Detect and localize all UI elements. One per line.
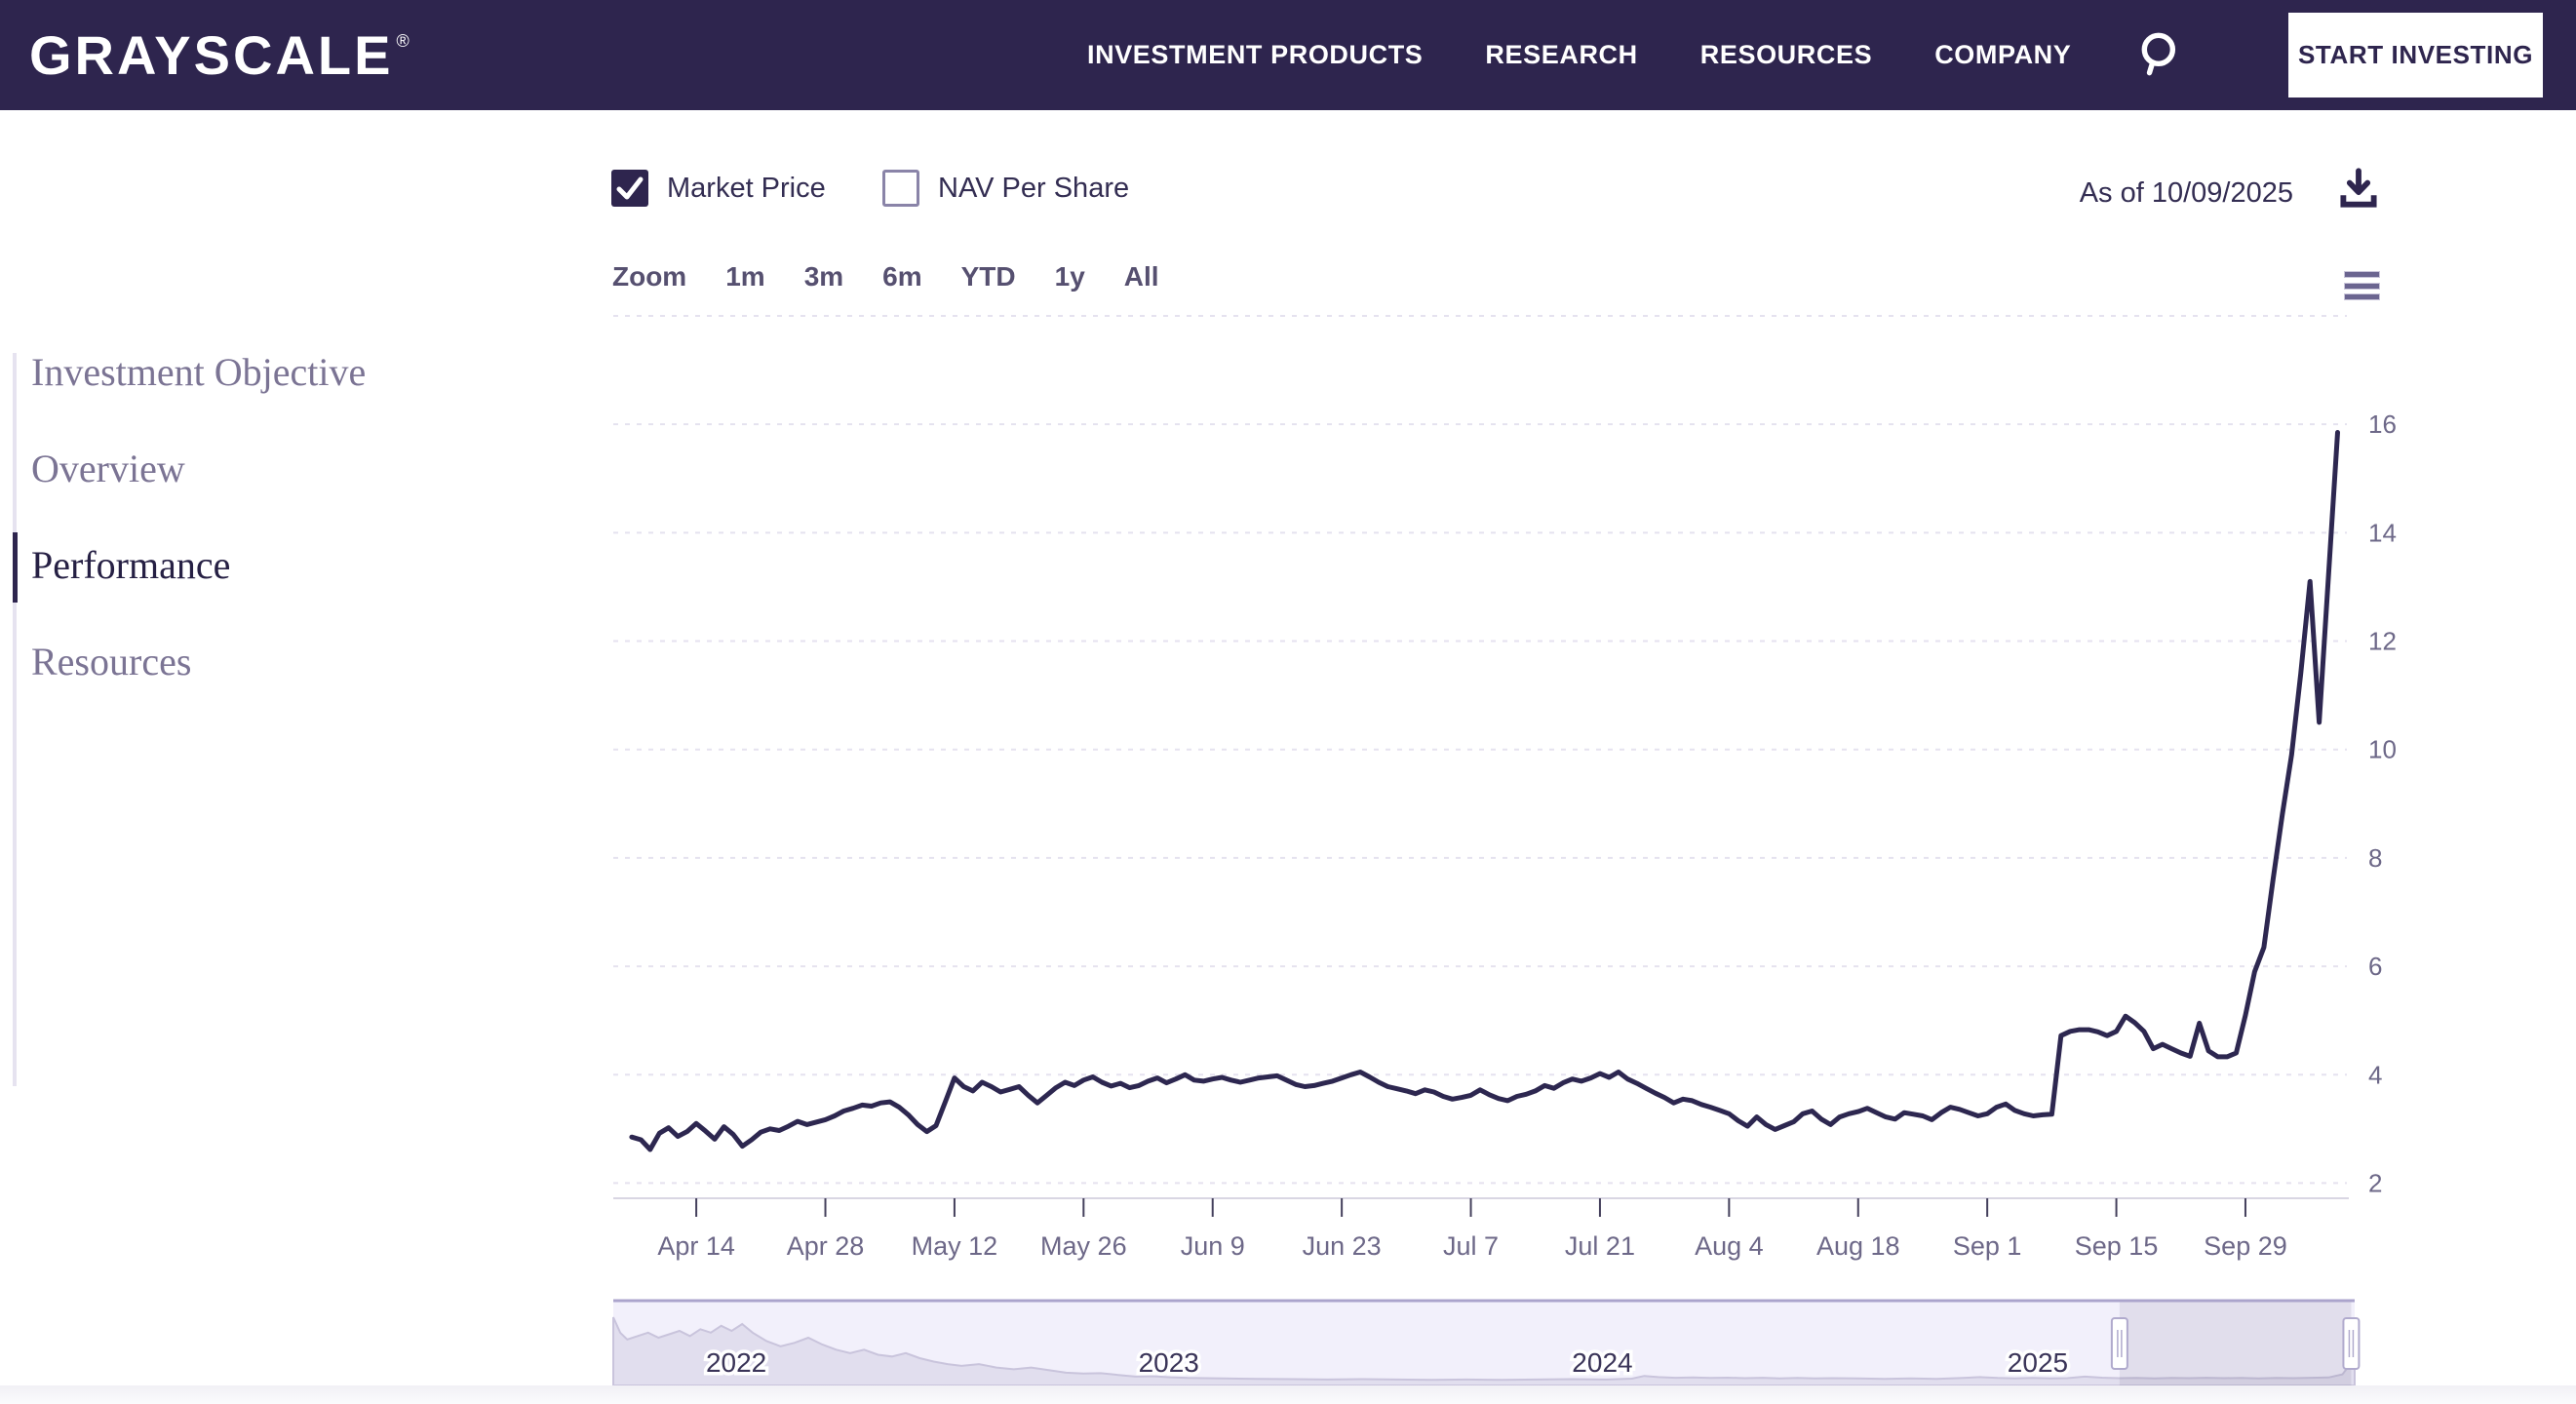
x-axis-label: Aug 18 xyxy=(1816,1231,1900,1261)
y-axis-label: 2 xyxy=(2368,1168,2382,1197)
y-axis-label: 8 xyxy=(2368,843,2382,873)
x-axis-label: Sep 29 xyxy=(2204,1231,2287,1261)
x-axis-label: Jun 9 xyxy=(1181,1231,1245,1261)
price-line xyxy=(632,433,2338,1150)
navigator-year-label: 2025 xyxy=(2008,1347,2068,1378)
y-axis-label: 4 xyxy=(2368,1060,2382,1089)
navigator-selection xyxy=(2120,1301,2352,1385)
x-axis-label: Sep 15 xyxy=(2075,1231,2159,1261)
navigator-year-label: 2023 xyxy=(1139,1347,1199,1378)
x-axis-label: May 26 xyxy=(1040,1231,1127,1261)
y-axis-label: 12 xyxy=(2368,627,2397,656)
y-axis-label: 10 xyxy=(2368,735,2397,764)
y-axis-label: 16 xyxy=(2368,410,2397,439)
x-axis-label: Sep 1 xyxy=(1953,1231,2022,1261)
navigator-right-handle[interactable] xyxy=(2343,1318,2359,1369)
navigator-left-handle[interactable] xyxy=(2112,1318,2127,1369)
x-axis-label: Apr 14 xyxy=(657,1231,735,1261)
navigator-year-label: 2024 xyxy=(1572,1347,1632,1378)
x-axis-label: Apr 28 xyxy=(787,1231,865,1261)
page-bottom-strip xyxy=(0,1385,2576,1404)
x-axis-label: Jun 23 xyxy=(1303,1231,1382,1261)
performance-chart: 2 4 6 8 10 12 14 16 Apr 14 Apr 28 May 12 May 26 Jun … xyxy=(0,0,2576,1404)
x-axis-label: Jul 21 xyxy=(1565,1231,1635,1261)
y-axis-label: 6 xyxy=(2368,952,2382,981)
navigator-year-label: 2022 xyxy=(706,1347,766,1378)
y-axis-label: 14 xyxy=(2368,518,2397,547)
x-axis-label: Aug 4 xyxy=(1695,1231,1764,1261)
x-axis-label: Jul 7 xyxy=(1443,1231,1499,1261)
x-axis-label: May 12 xyxy=(912,1231,998,1261)
